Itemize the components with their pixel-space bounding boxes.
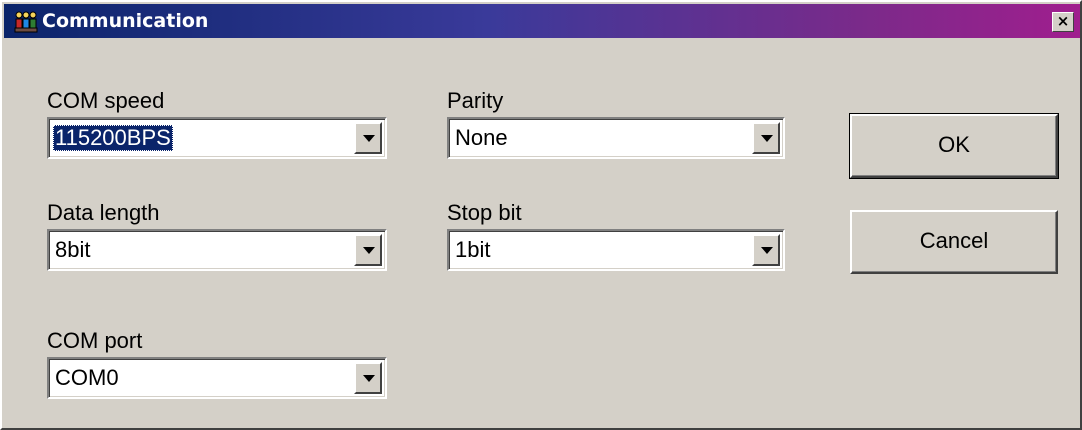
com-speed-select[interactable]: 115200BPS (47, 117, 387, 159)
title-bar[interactable]: Communication × (4, 4, 1080, 38)
window-title: Communication (42, 10, 209, 32)
cancel-button[interactable]: Cancel (850, 210, 1058, 274)
com-port-label: COM port (47, 328, 143, 353)
data-length-dropdown-button[interactable] (354, 234, 382, 266)
com-speed-dropdown-button[interactable] (354, 122, 382, 154)
chevron-down-icon (761, 247, 773, 254)
communication-dialog: Communication × COM speed 115200BPS Pari… (0, 0, 1082, 430)
com-port-dropdown-button[interactable] (354, 362, 382, 394)
stop-bit-dropdown-button[interactable] (752, 234, 780, 266)
data-length-value: 8bit (55, 237, 91, 262)
stop-bit-label: Stop bit (447, 200, 522, 225)
ok-button[interactable]: OK (849, 113, 1059, 179)
chevron-down-icon (363, 247, 375, 254)
com-speed-value: 115200BPS (53, 125, 173, 151)
data-length-select[interactable]: 8bit (47, 229, 387, 271)
chevron-down-icon (363, 135, 375, 142)
chevron-down-icon (363, 375, 375, 382)
stop-bit-select[interactable]: 1bit (447, 229, 785, 271)
com-port-select[interactable]: COM0 (47, 357, 387, 399)
parity-label: Parity (447, 88, 504, 113)
parity-select[interactable]: None (447, 117, 785, 159)
chevron-down-icon (761, 135, 773, 142)
com-port-value: COM0 (55, 365, 119, 390)
data-length-label: Data length (47, 200, 160, 225)
stop-bit-value: 1bit (455, 237, 491, 262)
parity-value: None (455, 125, 508, 150)
app-figures-icon (14, 11, 38, 33)
com-speed-label: COM speed (47, 88, 165, 113)
close-button[interactable]: × (1052, 12, 1074, 32)
parity-dropdown-button[interactable] (752, 122, 780, 154)
